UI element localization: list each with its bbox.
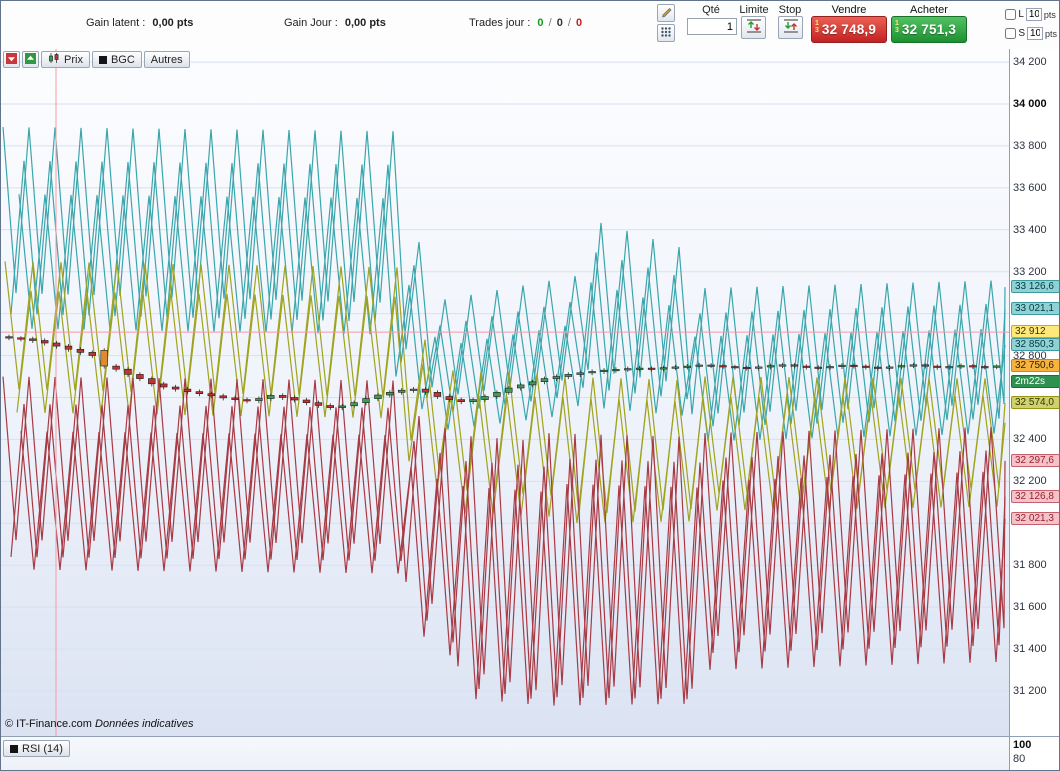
quantity-label: Qté (702, 4, 720, 16)
trades-jour-stat: Trades jour : 0 / 0 / 0 (469, 17, 582, 29)
keypad-button[interactable] (657, 24, 675, 42)
price-axis-label: 34 200 (1013, 56, 1047, 68)
teal-indicator-value-chip: 33 126,6 (1011, 280, 1059, 293)
limit-order-button[interactable] (741, 16, 766, 39)
order-tools-button[interactable] (657, 4, 675, 22)
buy-price: 32 751,3 (901, 22, 957, 37)
rsi-axis-label: 80 (1013, 753, 1026, 765)
price-axis-label: 31 200 (1013, 685, 1047, 697)
gain-latent-stat: Gain latent : 0,00 pts (86, 17, 193, 29)
tab-prix[interactable]: Prix (41, 51, 90, 68)
limit-order-icon (745, 17, 763, 38)
order-toolbar: Gain latent : 0,00 pts Gain Jour : 0,00 … (1, 1, 1059, 50)
gain-latent-label: Gain latent : (86, 17, 146, 29)
stop-order-icon (782, 17, 800, 38)
stop-checkbox[interactable] (1005, 28, 1017, 39)
down-arrow-button[interactable] (3, 51, 20, 68)
tab-prix-label: Prix (64, 53, 83, 66)
limit-label: Limite (739, 4, 769, 16)
price-axis-label: 33 400 (1013, 224, 1047, 236)
rsi-pane: RSI (14) 100 80 (1, 736, 1059, 770)
sell-button[interactable]: 13 32 748,9 (811, 16, 887, 43)
olive-indicator-value-chip: 32 574,0 (1011, 396, 1059, 409)
buy-button[interactable]: 13 32 751,3 (891, 16, 967, 43)
main-chart-pane: Prix BGC Autres © IT-Finance.com Données… (1, 49, 1059, 736)
sell-price: 32 748,9 (821, 22, 877, 37)
red-down-arrow-icon (6, 52, 17, 67)
sell-header: Vendre (831, 4, 867, 16)
tab-autres-label: Autres (150, 53, 183, 66)
limit-stop-flags: L pts S pts (1005, 5, 1057, 43)
trades-win-count: 0 (537, 17, 544, 29)
trades-flat-count: 0 (556, 17, 563, 29)
limit-flag-row: L pts (1005, 5, 1057, 24)
candle-countdown-chip: 2m22s (1011, 375, 1059, 388)
tab-rsi-label: RSI (14) (22, 742, 63, 755)
last-price-chip: 32 750,6 (1011, 359, 1059, 372)
tab-rsi[interactable]: RSI (14) (3, 740, 70, 757)
stop-pts-label: pts (1044, 28, 1057, 39)
keypad-icon (660, 26, 672, 41)
trades-separator: / (567, 17, 571, 29)
price-chart-canvas[interactable] (1, 49, 1009, 736)
price-axis-label: 34 000 (1013, 98, 1047, 110)
rsi-axis-label: 100 (1013, 739, 1032, 751)
price-axis-label: 33 600 (1013, 182, 1047, 194)
red-indicator-value-chip: 32 126,8 (1011, 490, 1059, 503)
price-axis[interactable]: 34 200 34 000 33 800 33 600 33 400 33 200 32 8… (1009, 49, 1059, 736)
gain-jour-stat: Gain Jour : 0,00 pts (284, 17, 386, 29)
black-square-icon (10, 744, 18, 753)
limit-flag-label: L (1018, 9, 1024, 20)
price-axis-label: 33 200 (1013, 266, 1047, 278)
tab-autres[interactable]: Autres (143, 51, 190, 68)
sell-size-badge: 13 (815, 20, 819, 34)
stop-flag-row: S pts (1005, 24, 1057, 43)
stop-order-button[interactable] (778, 16, 803, 39)
trades-separator: / (548, 17, 552, 29)
buy-size-badge: 13 (895, 20, 899, 34)
limit-points-input[interactable] (1025, 8, 1042, 21)
alert-level-chip: 32 912 (1011, 325, 1059, 338)
trading-platform-window: Gain latent : 0,00 pts Gain Jour : 0,00 … (0, 0, 1060, 771)
price-axis-label: 31 800 (1013, 559, 1047, 571)
pencil-icon (660, 5, 673, 21)
teal-indicator-value-chip: 33 021,1 (1011, 302, 1059, 315)
price-axis-label: 31 600 (1013, 601, 1047, 613)
copyright-notice: © IT-Finance.com Données indicatives (5, 718, 193, 730)
price-axis-label: 31 400 (1013, 643, 1047, 655)
stop-label: Stop (778, 4, 802, 16)
buy-header: Acheter (910, 4, 948, 16)
gain-latent-value: 0,00 pts (152, 17, 194, 29)
gain-jour-value: 0,00 pts (344, 17, 386, 29)
tab-bgc-label: BGC (110, 53, 135, 66)
price-axis-label: 32 400 (1013, 433, 1047, 445)
indicative-data-text: Données indicatives (95, 718, 194, 730)
limit-pts-label: pts (1043, 9, 1056, 20)
teal-indicator-value-chip: 32 850,3 (1011, 338, 1059, 351)
trades-jour-label: Trades jour : (469, 17, 531, 29)
gain-jour-label: Gain Jour : (284, 17, 338, 29)
stop-flag-label: S (1018, 28, 1025, 39)
copyright-text: © IT-Finance.com (5, 718, 92, 730)
red-indicator-value-chip: 32 297,6 (1011, 454, 1059, 467)
price-axis-label: 33 800 (1013, 140, 1047, 152)
candlestick-icon (48, 52, 60, 67)
rsi-axis[interactable]: 100 80 (1009, 737, 1059, 770)
trades-loss-count: 0 (576, 17, 583, 29)
green-up-arrow-icon (25, 52, 36, 67)
tab-bgc[interactable]: BGC (91, 51, 142, 68)
chart-tab-bar: Prix BGC Autres (3, 51, 190, 68)
quantity-input[interactable] (687, 18, 737, 35)
red-indicator-value-chip: 32 021,3 (1011, 512, 1059, 525)
stop-points-input[interactable] (1026, 27, 1043, 40)
black-square-icon (98, 55, 107, 64)
price-axis-label: 32 200 (1013, 475, 1047, 487)
up-arrow-button[interactable] (22, 51, 39, 68)
limit-checkbox[interactable] (1005, 9, 1017, 20)
